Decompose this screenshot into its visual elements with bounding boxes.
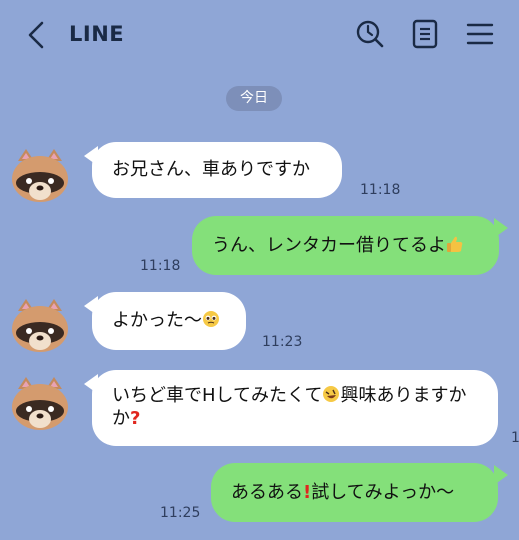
menu-icon[interactable]: [465, 19, 495, 49]
message-text: うん、レンタカー借りてるよ: [212, 235, 446, 256]
date-separator: 今日: [226, 86, 282, 111]
message-time: 11:23: [262, 334, 303, 350]
chat-title: LINE: [69, 22, 125, 46]
notes-icon[interactable]: [410, 19, 440, 49]
avatar-tanuki-icon[interactable]: [10, 147, 70, 203]
message-text-line1b: 興味ありますか: [340, 385, 467, 406]
red-question-mark-icon: ?: [130, 408, 141, 429]
message-text-line1: いちど車でHしてみたくて: [112, 385, 323, 406]
avatar-tanuki-icon[interactable]: [10, 297, 70, 353]
chat-header: LINE: [0, 0, 519, 66]
bubble-tail: [494, 465, 508, 485]
bubble-tail: [494, 218, 508, 238]
message-text-a: あるある: [231, 482, 303, 503]
rolling-laughing-face-icon: [323, 386, 340, 402]
message-text-b: 試してみよっか〜: [311, 482, 455, 503]
message-bubble-outgoing[interactable]: うん、レンタカー借りてるよ: [192, 216, 499, 275]
message-time: 11:18: [140, 258, 181, 274]
message-time: 11:25: [160, 505, 201, 521]
message-text-line2: か: [112, 408, 130, 429]
pleading-face-icon: [203, 311, 219, 327]
message-bubble-incoming[interactable]: お兄さん、車ありですか: [92, 142, 342, 198]
message-bubble-incoming[interactable]: よかった〜: [92, 292, 246, 350]
avatar-tanuki-icon[interactable]: [10, 375, 70, 431]
thumbs-up-icon: [447, 236, 463, 252]
message-bubble-outgoing[interactable]: あるある!試してみよっか〜: [211, 463, 498, 522]
message-text: よかった〜: [112, 310, 202, 331]
red-exclamation-mark-icon: !: [303, 482, 312, 503]
search-clock-icon[interactable]: [355, 19, 385, 49]
message-time: 11:18: [360, 182, 401, 198]
message-time-partial: 1: [511, 430, 519, 446]
back-arrow-icon[interactable]: [24, 20, 48, 50]
message-bubble-incoming[interactable]: いちど車でHしてみたくて 興味ありますか か?: [92, 370, 498, 446]
message-text: お兄さん、車ありですか: [112, 159, 310, 180]
